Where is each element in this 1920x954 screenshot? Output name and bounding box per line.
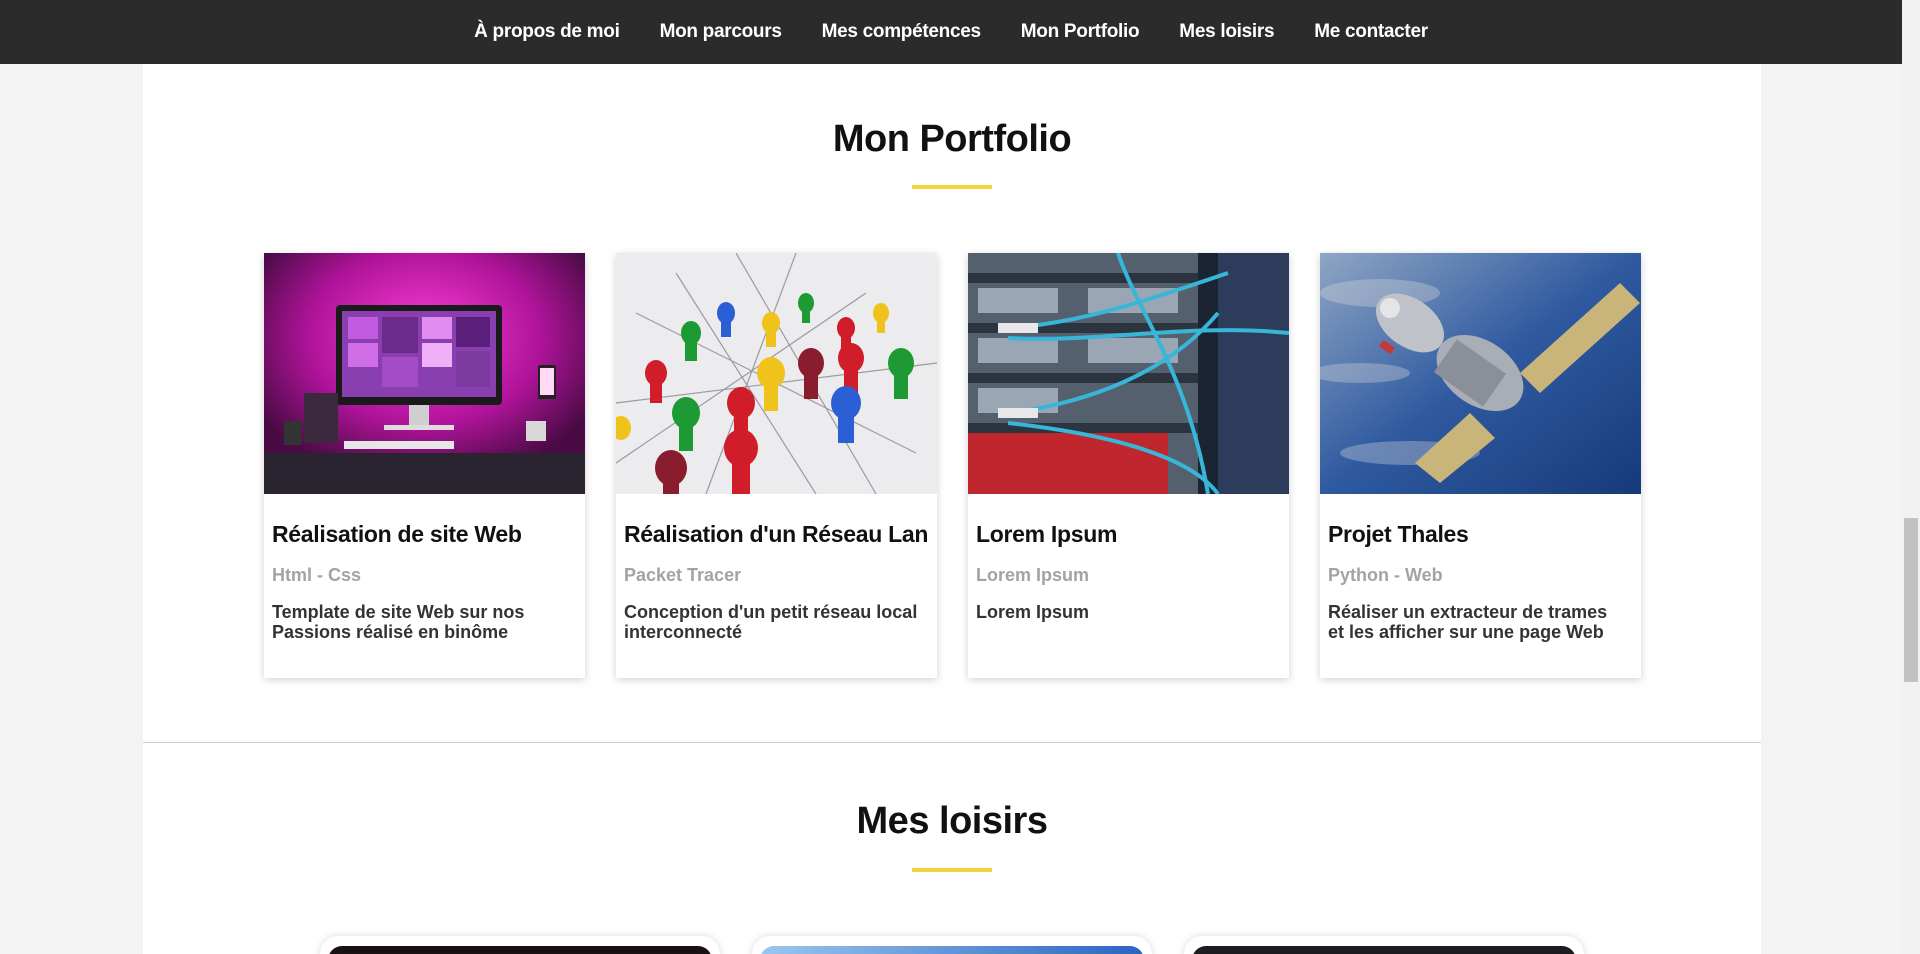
nav-link-parcours[interactable]: Mon parcours	[660, 21, 782, 43]
vertical-scrollbar[interactable]	[1902, 0, 1920, 954]
card-title: Lorem Ipsum	[976, 521, 1118, 547]
card-description: Réaliser un extracteur de trames et les …	[1328, 602, 1608, 642]
nav-link-contact[interactable]: Me contacter	[1314, 21, 1428, 43]
card-description: Conception d'un petit réseau local inter…	[624, 602, 918, 642]
satellite-image	[1320, 253, 1641, 494]
page-container: Mon Portfolio Réalisation de site Web Ht…	[143, 0, 1761, 954]
nav-link-a-propos[interactable]: À propos de moi	[474, 21, 620, 43]
scrollbar-thumb[interactable]	[1904, 518, 1918, 682]
card-description: Lorem Ipsum	[976, 602, 1090, 622]
card-subtitle: Python - Web	[1328, 565, 1443, 585]
card-subtitle: Packet Tracer	[624, 565, 742, 585]
loisir-card[interactable]	[1184, 936, 1584, 954]
loisir-image	[1192, 946, 1576, 954]
loisir-card[interactable]	[320, 936, 720, 954]
portfolio-title: Mon Portfolio	[832, 118, 1072, 160]
nav-link-competences[interactable]: Mes compétences	[822, 21, 981, 43]
loisirs-title: Mes loisirs	[856, 800, 1048, 842]
card-subtitle: Html - Css	[272, 565, 362, 585]
desk-computer-neon-image	[264, 253, 585, 494]
card-description: Template de site Web sur nos Passions ré…	[272, 602, 525, 642]
loisir-image	[760, 946, 1144, 954]
card-title: Réalisation de site Web	[272, 521, 522, 547]
card-title: Réalisation d'un Réseau Lan	[624, 521, 929, 547]
portfolio-card-reseau[interactable]: Réalisation d'un Réseau Lan Packet Trace…	[616, 253, 937, 678]
top-navbar: À propos de moi Mon parcours Mes compéte…	[0, 0, 1902, 64]
portfolio-card-web[interactable]: Réalisation de site Web Html - Css Templ…	[264, 253, 585, 678]
server-cables-image	[968, 253, 1289, 494]
loisir-image	[328, 946, 712, 954]
loisir-card[interactable]	[752, 936, 1152, 954]
network-pawns-image	[616, 253, 937, 494]
nav-link-loisirs[interactable]: Mes loisirs	[1179, 21, 1274, 43]
card-subtitle: Lorem Ipsum	[976, 565, 1090, 585]
loisirs-title-underline	[912, 868, 992, 872]
card-title: Projet Thales	[1328, 521, 1469, 547]
nav-link-portfolio[interactable]: Mon Portfolio	[1021, 21, 1140, 43]
portfolio-card-thales[interactable]: Projet Thales Python - Web Réaliser un e…	[1320, 253, 1641, 678]
portfolio-title-underline	[912, 185, 992, 189]
section-divider	[143, 742, 1761, 743]
portfolio-card-lorem[interactable]: Lorem Ipsum Lorem Ipsum Lorem Ipsum	[968, 253, 1289, 678]
